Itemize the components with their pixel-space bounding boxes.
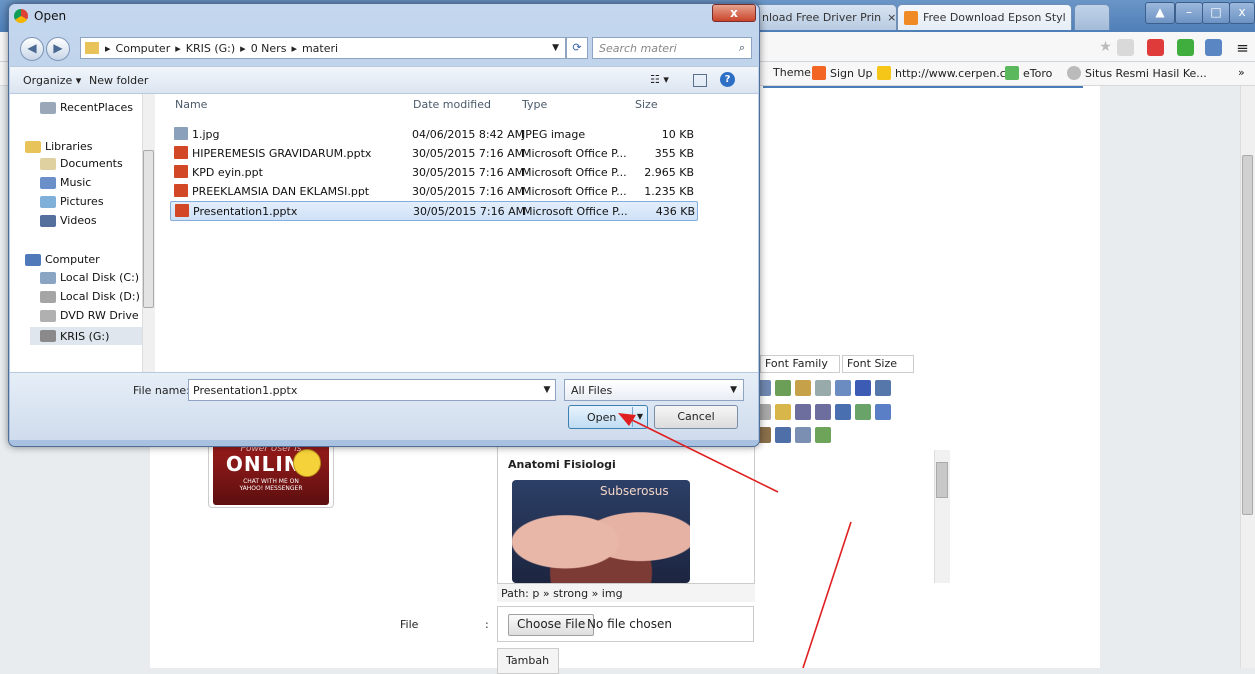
arrow-line-2	[802, 521, 852, 668]
arrow-line	[623, 415, 779, 493]
annotation-arrow	[618, 413, 852, 668]
arrow-head	[618, 413, 636, 426]
